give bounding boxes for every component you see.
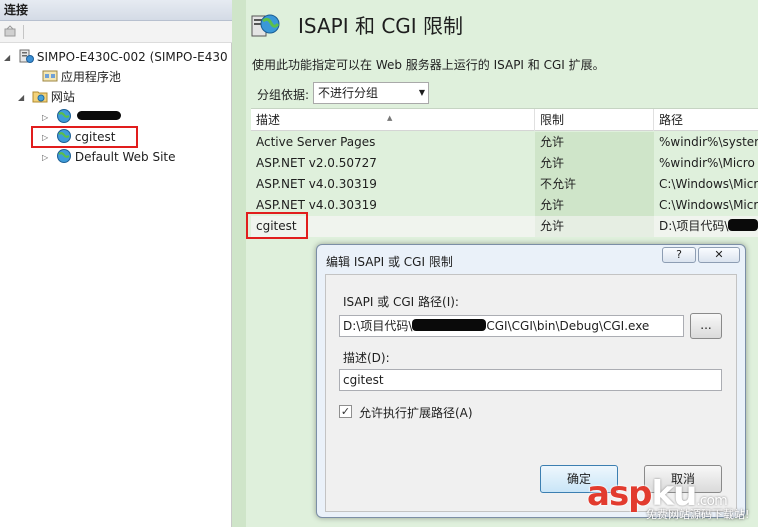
cell-path: %windir%\Micro (659, 156, 755, 170)
browse-label: ... (700, 318, 712, 332)
cell-path: D:\项目代码\ (654, 216, 758, 237)
app-pool-icon (42, 70, 58, 82)
toolbar-separator (23, 25, 24, 39)
description-input-value: cgitest (343, 373, 384, 387)
tree-item-app-pools[interactable]: 应用程序池 (28, 68, 121, 87)
grid-header: 描述 ▲ 限制 路径 (251, 109, 758, 131)
tree-item-site-redacted[interactable]: ▷ (42, 108, 121, 127)
cell-path: C:\Windows\Micr (659, 177, 758, 191)
path-input-prefix: D:\项目代码\ (343, 319, 413, 333)
tree-item-default-web-site[interactable]: ▷ Default Web Site (42, 148, 176, 167)
tree-label-sites: 网站 (50, 90, 75, 104)
cgitest-row-highlight (246, 212, 308, 239)
table-row[interactable]: Active Server Pages 允许 %windir%\system (251, 132, 758, 153)
allow-extension-checkbox[interactable]: ✓ (339, 405, 352, 418)
pane-edge (232, 0, 246, 527)
column-label-restriction: 限制 (540, 113, 565, 127)
column-header-path[interactable]: 路径 (654, 109, 758, 131)
dropdown-arrow-icon: ▼ (418, 88, 425, 97)
connections-toolbar (0, 21, 232, 43)
path-input-suffix: CGI\CGI\bin\Debug\CGI.exe (486, 319, 650, 333)
cell-path: %windir%\system (659, 135, 758, 149)
redacted-path (728, 219, 758, 231)
allow-extension-label: 允许执行扩展路径(A) (359, 406, 473, 420)
expand-arrow-icon[interactable]: ▷ (42, 108, 52, 127)
description-input[interactable]: cgitest (339, 369, 722, 391)
path-input[interactable]: D:\项目代码\ CGI\CGI\bin\Debug\CGI.exe (339, 315, 684, 337)
column-label-path: 路径 (659, 113, 684, 127)
help-icon: ? (676, 248, 682, 261)
server-icon (19, 49, 34, 63)
cell-description: Active Server Pages (256, 135, 376, 149)
group-by-value: 不进行分组 (318, 86, 379, 100)
cell-path: C:\Windows\Micr (659, 198, 758, 212)
cell-description: ASP.NET v4.0.30319 (256, 177, 377, 191)
connections-pane: 连接 ◢ SIMPO-E430C-002 (SIMPO-E430 应用程序池 ◢ (0, 0, 232, 527)
close-button[interactable]: ✕ (698, 247, 740, 263)
cell-description: ASP.NET v2.0.50727 (256, 156, 377, 170)
watermark-subtitle: 免费网站源码下载站! (646, 508, 750, 521)
tree-item-server[interactable]: ◢ SIMPO-E430C-002 (SIMPO-E430 (4, 48, 228, 67)
group-by-label: 分组依据: (257, 88, 310, 102)
path-label: ISAPI 或 CGI 路径(I): (343, 295, 459, 309)
tree-item-sites[interactable]: ◢ 网站 (18, 88, 75, 107)
browse-button[interactable]: ... (690, 313, 722, 339)
cell-restriction: 允许 (535, 216, 654, 237)
checkmark-icon: ✓ (340, 405, 351, 418)
collapse-arrow-icon[interactable]: ◢ (4, 48, 14, 67)
group-by-select[interactable]: 不进行分组 ▼ (313, 82, 429, 104)
cgitest-highlight (31, 126, 138, 148)
cell-restriction: 允许 (535, 153, 654, 174)
connect-icon[interactable] (3, 25, 17, 39)
globe-icon (56, 109, 71, 123)
dialog-title: 编辑 ISAPI 或 CGI 限制 (326, 255, 453, 269)
watermark-brand-a: asp (587, 474, 653, 514)
description-label: 描述(D): (343, 351, 390, 365)
expand-arrow-icon[interactable]: ▷ (42, 148, 52, 167)
table-row[interactable]: ASP.NET v2.0.50727 允许 %windir%\Micro (251, 153, 758, 174)
tree-label-app-pools: 应用程序池 (60, 70, 121, 84)
help-button[interactable]: ? (662, 247, 696, 263)
globe-icon (56, 149, 71, 163)
cell-restriction: 允许 (535, 132, 654, 153)
table-row-selected[interactable]: cgitest 允许 D:\项目代码\ (251, 216, 758, 237)
redacted-path (412, 319, 487, 331)
cell-restriction: 允许 (535, 195, 654, 216)
sites-folder-icon (32, 91, 48, 103)
cell-restriction: 不允许 (535, 174, 654, 195)
tree-label-server: SIMPO-E430C-002 (SIMPO-E430 (36, 50, 228, 64)
cell-path-text: D:\项目代码\ (659, 219, 729, 233)
isapi-cgi-icon (251, 14, 280, 37)
page-description: 使用此功能指定可以在 Web 服务器上运行的 ISAPI 和 CGI 扩展。 (252, 58, 605, 72)
redacted-site-name (76, 111, 121, 120)
tree-label-default-web-site: Default Web Site (74, 150, 176, 164)
sort-ascending-icon: ▲ (387, 114, 393, 122)
page-title: ISAPI 和 CGI 限制 (298, 14, 464, 38)
connections-title: 连接 (0, 0, 232, 21)
column-header-description[interactable]: 描述 ▲ (251, 109, 535, 131)
table-row[interactable]: ASP.NET v4.0.30319 不允许 C:\Windows\Micr (251, 174, 758, 195)
close-icon: ✕ (714, 248, 724, 261)
collapse-arrow-icon[interactable]: ◢ (18, 88, 28, 107)
column-header-restriction[interactable]: 限制 (535, 109, 654, 131)
column-label-description: 描述 (256, 113, 281, 127)
table-row[interactable]: ASP.NET v4.0.30319 允许 C:\Windows\Micr (251, 195, 758, 216)
